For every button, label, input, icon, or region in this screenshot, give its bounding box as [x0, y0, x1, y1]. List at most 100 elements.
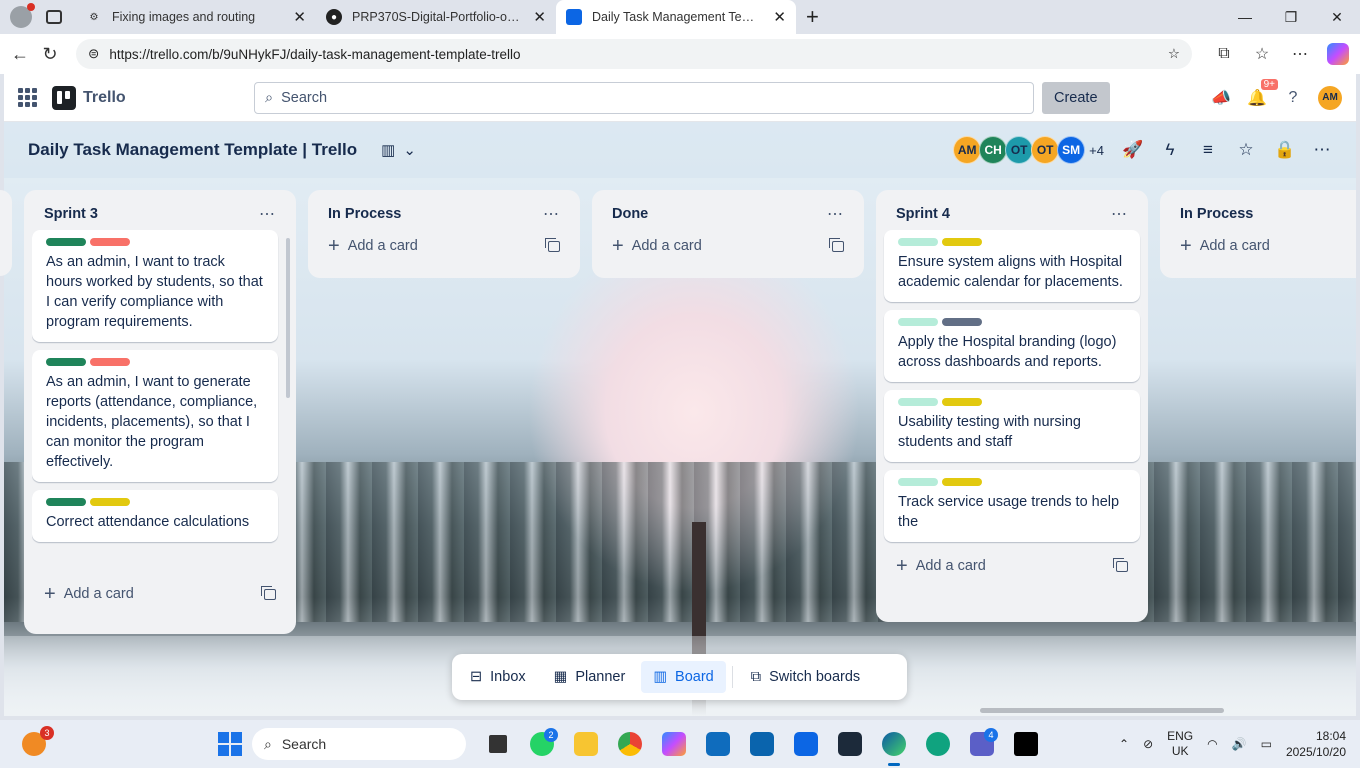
card-template-icon[interactable] — [261, 585, 276, 600]
star-icon[interactable]: ☆ — [1236, 140, 1256, 160]
battery-icon[interactable]: ▭ — [1261, 737, 1272, 751]
close-tab-icon[interactable]: ✕ — [293, 8, 306, 26]
more-icon[interactable]: ⋯ — [1286, 40, 1314, 68]
label-green[interactable] — [46, 358, 86, 366]
tab-actions-icon[interactable] — [46, 10, 62, 24]
favorite-star-icon[interactable]: ☆ — [1168, 46, 1180, 62]
more-members[interactable]: +4 — [1089, 143, 1104, 158]
wifi-icon[interactable]: ◠ — [1207, 737, 1217, 751]
board-horizontal-scrollbar[interactable] — [980, 708, 1224, 713]
label-yellow[interactable] — [942, 238, 982, 246]
create-button[interactable]: Create — [1042, 81, 1110, 114]
back-icon[interactable]: ← — [8, 39, 32, 69]
label-light-green[interactable] — [898, 238, 938, 246]
restore-icon[interactable]: ❐ — [1268, 0, 1314, 34]
lightning-icon[interactable]: ϟ — [1160, 140, 1180, 160]
member-avatar[interactable]: AM — [953, 136, 982, 164]
weather-widget-icon[interactable]: 3 — [22, 726, 54, 756]
card-template-icon[interactable] — [829, 237, 844, 252]
start-button-icon[interactable] — [218, 732, 242, 756]
list-menu-icon[interactable]: ⋯ — [543, 204, 560, 224]
card-template-icon[interactable] — [1113, 557, 1128, 572]
no-network-icon[interactable]: ⊘ — [1143, 737, 1153, 751]
list-title[interactable]: In Process — [1180, 206, 1253, 222]
chevron-up-icon[interactable]: ⌃ — [1119, 737, 1129, 751]
terminal-icon[interactable] — [832, 726, 868, 762]
teams-icon[interactable]: 4 — [964, 726, 1000, 762]
chrome-icon[interactable] — [612, 726, 648, 762]
label-light-green[interactable] — [898, 478, 938, 486]
card[interactable]: Apply the Hospital branding (logo) acros… — [884, 310, 1140, 382]
list-menu-icon[interactable]: ⋯ — [1111, 204, 1128, 224]
copilot-icon[interactable] — [1324, 40, 1352, 68]
planner-button[interactable]: ▦ Planner — [542, 661, 638, 693]
clock[interactable]: 18:04 2025/10/20 — [1286, 728, 1346, 760]
card[interactable]: Ensure system aligns with Hospital acade… — [884, 230, 1140, 302]
label-red[interactable] — [90, 238, 130, 246]
board-menu-icon[interactable]: ⋯ — [1312, 140, 1332, 160]
chatgpt-icon[interactable] — [920, 726, 956, 762]
switch-boards-button[interactable]: ⧉ Switch boards — [739, 661, 872, 693]
add-card-button[interactable]: + Add a card — [1168, 230, 1348, 262]
label-green[interactable] — [46, 238, 86, 246]
intellij-icon[interactable] — [1008, 726, 1044, 762]
trello-app-icon[interactable] — [788, 726, 824, 762]
label-green[interactable] — [46, 498, 86, 506]
card[interactable]: Correct attendance calculations — [32, 490, 278, 542]
board-button[interactable]: ▥ Board — [641, 661, 726, 693]
favorites-icon[interactable]: ☆ — [1248, 40, 1276, 68]
browser-tab-2[interactable]: ● PRP370S-Digital-Portfolio-onthat ✕ — [316, 0, 556, 34]
new-tab-icon[interactable]: + — [806, 4, 819, 30]
app-switcher-icon[interactable] — [18, 87, 38, 108]
bell-icon[interactable]: 🔔 9+ — [1246, 78, 1278, 109]
label-gray[interactable] — [942, 318, 982, 326]
add-card-button[interactable]: + Add a card — [884, 550, 1140, 582]
help-icon[interactable]: ? — [1282, 87, 1304, 109]
member-avatar[interactable]: OT — [1031, 136, 1060, 164]
minimize-icon[interactable]: — — [1222, 0, 1268, 34]
card[interactable]: Track service usage trends to help the — [884, 470, 1140, 542]
extensions-icon[interactable]: ⧉ — [1210, 40, 1238, 68]
inbox-button[interactable]: ⊟ Inbox — [458, 661, 538, 693]
list-menu-icon[interactable]: ⋯ — [827, 204, 844, 224]
add-card-button[interactable]: + Add a card — [600, 230, 856, 262]
add-card-button[interactable]: + Add a card — [316, 230, 572, 262]
search-input[interactable]: ⌕ Search — [254, 81, 1034, 114]
lock-icon[interactable]: 🔒 — [1274, 140, 1295, 160]
copilot-app-icon[interactable] — [656, 726, 692, 762]
volume-icon[interactable]: 🔊 — [1232, 737, 1247, 751]
label-light-green[interactable] — [898, 398, 938, 406]
file-explorer-icon[interactable] — [568, 726, 604, 762]
label-yellow[interactable] — [942, 398, 982, 406]
close-tab-icon[interactable]: ✕ — [773, 8, 786, 26]
task-view-icon[interactable] — [480, 726, 516, 762]
card-template-icon[interactable] — [545, 237, 560, 252]
add-card-button[interactable]: + Add a card — [32, 578, 288, 610]
label-yellow[interactable] — [90, 498, 130, 506]
taskbar-search[interactable]: ⌕ Search — [252, 728, 466, 760]
rocket-icon[interactable]: 🚀 — [1122, 140, 1143, 160]
outlook-icon[interactable] — [744, 726, 780, 762]
whatsapp-icon[interactable]: 2 — [524, 726, 560, 762]
label-yellow[interactable] — [942, 478, 982, 486]
browser-tab-3[interactable]: Daily Task Management Template ✕ — [556, 0, 796, 34]
card[interactable]: As an admin, I want to generate reports … — [32, 350, 278, 482]
refresh-icon[interactable]: ↻ — [38, 39, 62, 69]
profile-icon[interactable] — [10, 3, 35, 28]
browser-tab-1[interactable]: ⚙ Fixing images and routing ✕ — [76, 0, 316, 34]
edge-icon[interactable] — [876, 726, 912, 766]
member-avatars[interactable]: AM CH OT OT SM +4 — [953, 136, 1104, 164]
label-red[interactable] — [90, 358, 130, 366]
list-title[interactable]: In Process — [328, 206, 401, 222]
filter-icon[interactable]: ≡ — [1198, 140, 1218, 160]
member-avatar[interactable]: OT — [1005, 136, 1034, 164]
card[interactable]: As an admin, I want to track hours worke… — [32, 230, 278, 342]
list-scrollbar[interactable] — [286, 238, 290, 398]
close-tab-icon[interactable]: ✕ — [533, 8, 546, 26]
list-title[interactable]: Sprint 3 — [44, 206, 98, 222]
avatar[interactable]: AM — [1318, 85, 1342, 110]
list-title[interactable]: Done — [612, 206, 648, 222]
list-menu-icon[interactable]: ⋯ — [259, 204, 276, 224]
member-avatar[interactable]: CH — [979, 136, 1008, 164]
member-avatar[interactable]: SM — [1057, 136, 1086, 164]
